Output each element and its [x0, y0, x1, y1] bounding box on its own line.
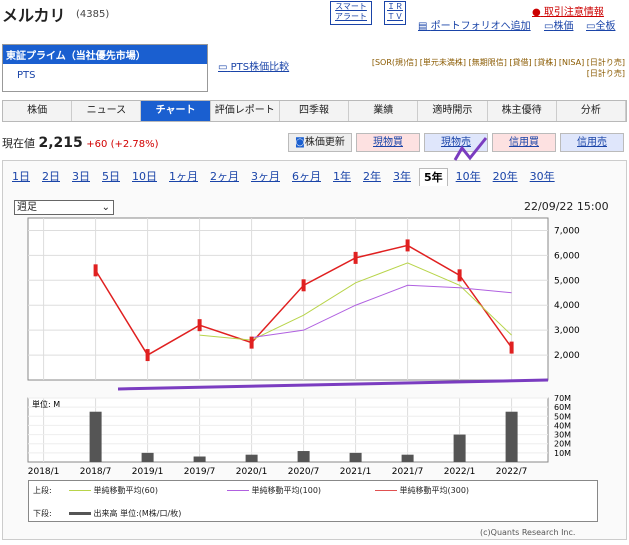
price-candle [405, 239, 410, 252]
volume-tick-label: 40M [554, 421, 571, 430]
x-tick-label: 2022/7 [496, 467, 528, 477]
ma300-swatch [375, 490, 397, 491]
check-mark-annotation [453, 137, 488, 161]
x-tick-label: 2019/1 [132, 467, 164, 477]
price-candle [353, 251, 358, 264]
price-tick-label: 4,000 [554, 301, 580, 311]
price-candle [457, 269, 462, 282]
volume-bar [349, 452, 362, 462]
volume-tick-label: 50M [554, 412, 571, 421]
price-plot-area [27, 217, 549, 381]
volume-bar [505, 411, 518, 462]
chart-source: (c)Quants Research Inc. [480, 528, 576, 537]
legend-ma100: 単純移動平均(100) [251, 486, 322, 495]
x-tick-label: 2018/1 [28, 467, 60, 477]
legend-lower: 下段: [33, 509, 52, 518]
x-tick-label: 2018/7 [80, 467, 112, 477]
price-candle [197, 319, 202, 332]
volume-tick-label: 60M [554, 403, 571, 412]
legend-ma300: 単純移動平均(300) [399, 486, 470, 495]
price-tick-label: 2,000 [554, 351, 580, 361]
price-tick-label: 6,000 [554, 251, 580, 261]
price-candle [93, 264, 98, 277]
x-tick-label: 2021/1 [340, 467, 372, 477]
price-candle [301, 279, 306, 292]
chart-legend: 上段: 単純移動平均(60) 単純移動平均(100) 単純移動平均(300) 下… [28, 480, 598, 522]
volume-bar [453, 434, 466, 462]
x-tick-label: 2022/1 [444, 467, 476, 477]
volume-bar [193, 456, 206, 462]
ma60-swatch [69, 490, 91, 491]
volume-bar [141, 452, 154, 462]
price-tick-label: 7,000 [554, 226, 580, 236]
price-candle [509, 341, 514, 354]
volume-unit-label: 単位: M [32, 399, 60, 409]
ma100-swatch [227, 490, 249, 491]
trend-line-annotation [117, 378, 549, 391]
volume-bar [401, 454, 414, 462]
price-candle [145, 349, 150, 362]
legend-volume: 出来高 単位:(M株/口/枚) [93, 509, 182, 518]
volume-tick-label: 70M [554, 394, 571, 403]
stock-chart: 2018/1 2018/7 2019/1 2019/7 2020/1 2020/7 2021… [27, 137, 580, 477]
volume-bar [297, 451, 310, 462]
legend-ma60: 単純移動平均(60) [93, 486, 158, 495]
volume-bar [89, 411, 102, 462]
price-tick-label: 3,000 [554, 326, 580, 336]
price-tick-label: 5,000 [554, 276, 580, 286]
volume-bar [245, 454, 258, 462]
volume-tick-label: 20M [554, 440, 571, 449]
x-tick-label: 2020/1 [236, 467, 268, 477]
volume-tick-label: 10M [554, 449, 571, 458]
volume-swatch [69, 512, 91, 515]
volume-tick-label: 30M [554, 431, 571, 440]
x-tick-label: 2020/7 [288, 467, 320, 477]
legend-upper: 上段: [33, 486, 52, 495]
x-tick-label: 2021/7 [392, 467, 424, 477]
price-candle [249, 336, 254, 349]
x-tick-label: 2019/7 [184, 467, 216, 477]
